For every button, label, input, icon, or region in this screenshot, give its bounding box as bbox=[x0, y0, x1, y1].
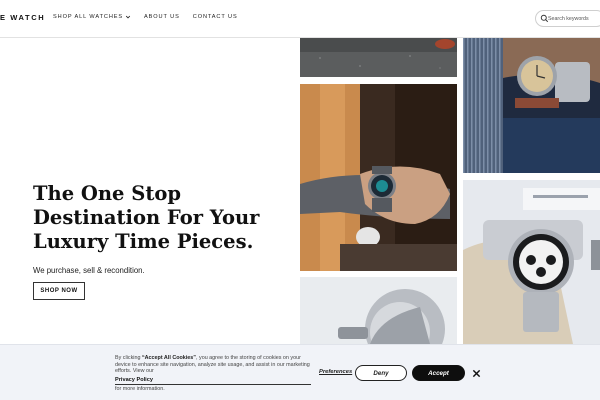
hero-title: The One Stop Destination For Your Luxury… bbox=[33, 182, 298, 254]
search-input[interactable] bbox=[548, 13, 600, 24]
cookie-text-prefix: By clicking bbox=[115, 355, 142, 361]
cookie-banner: By clicking “Accept All Cookies”, you ag… bbox=[0, 344, 600, 400]
close-icon bbox=[472, 369, 481, 377]
close-banner-button[interactable] bbox=[468, 365, 485, 381]
cookie-text-accept-quote: “Accept All Cookies” bbox=[141, 355, 196, 361]
accept-button[interactable]: Accept bbox=[412, 365, 465, 381]
nav-item-label: SHOP ALL WATCHES bbox=[53, 14, 124, 20]
site-header: E WATCH SHOP ALL WATCHES ABOUT US CONTAC… bbox=[0, 0, 600, 38]
hero-title-line: Luxury Time Pieces. bbox=[33, 230, 254, 253]
cookie-more-info: for more information. bbox=[115, 386, 165, 392]
chronograph-on-stand-photo bbox=[463, 180, 600, 344]
search-box[interactable] bbox=[535, 10, 600, 27]
cookie-message: By clicking “Accept All Cookies”, you ag… bbox=[115, 355, 315, 375]
nav-item-about-us[interactable]: ABOUT US bbox=[144, 14, 180, 20]
nav-item-contact-us[interactable]: CONTACT US bbox=[193, 14, 238, 20]
divider bbox=[115, 384, 311, 385]
hero-subtitle: We purchase, sell & recondition. bbox=[33, 266, 145, 275]
privacy-policy-link[interactable]: Privacy Policy bbox=[115, 377, 153, 383]
deny-button[interactable]: Deny bbox=[355, 365, 407, 381]
wrist-watch-blue-dial-photo bbox=[300, 84, 457, 271]
chevron-down-icon bbox=[125, 15, 131, 19]
shop-now-button[interactable]: SHOP NOW bbox=[33, 282, 85, 300]
nav-item-label: CONTACT US bbox=[192, 14, 238, 20]
watch-closeup-photo bbox=[300, 277, 457, 344]
preferences-link[interactable]: Preferences bbox=[319, 369, 352, 375]
wrist-watch-gold-photo bbox=[463, 38, 600, 173]
hero-title-line: The One Stop bbox=[33, 182, 181, 205]
hero-title-line: Destination For Your bbox=[33, 206, 260, 229]
nav-item-shop-all-watches[interactable]: SHOP ALL WATCHES bbox=[53, 14, 131, 20]
site-logo[interactable]: E WATCH bbox=[0, 13, 45, 22]
main-nav: SHOP ALL WATCHES ABOUT US CONTACT US bbox=[53, 14, 238, 20]
asphalt-photo bbox=[300, 38, 457, 77]
nav-item-label: ABOUT US bbox=[144, 14, 180, 20]
